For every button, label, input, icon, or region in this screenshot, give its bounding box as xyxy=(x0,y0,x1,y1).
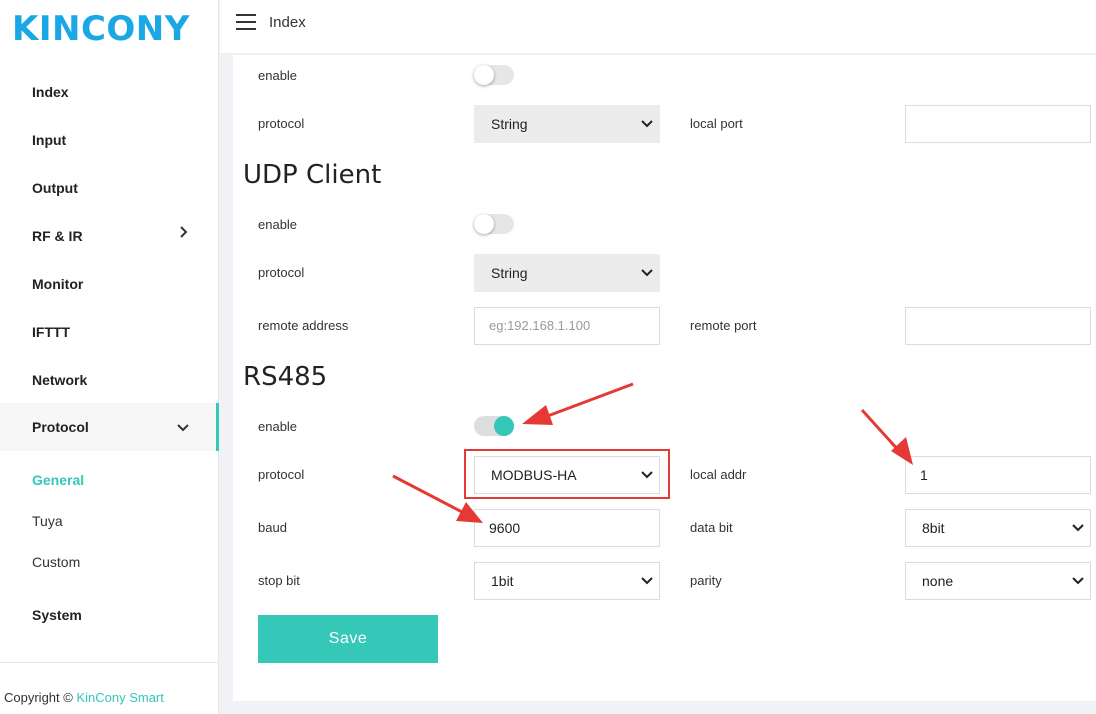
sidebar-subitem-custom[interactable]: Custom xyxy=(0,543,219,581)
sidebar: KINCONY Index Input Output RF & IR Monit… xyxy=(0,0,219,714)
udp-client-protocol-label: protocol xyxy=(258,265,305,280)
content-card xyxy=(233,55,1096,701)
sidebar-item-protocol[interactable]: Protocol xyxy=(0,403,219,451)
sidebar-subitem-tuya[interactable]: Tuya xyxy=(0,502,219,540)
save-button[interactable]: Save xyxy=(258,615,438,663)
sidebar-subitem-label: Tuya xyxy=(32,513,63,529)
sidebar-item-index[interactable]: Index xyxy=(0,68,219,116)
sidebar-item-label: System xyxy=(32,607,82,623)
rs485-parity-select[interactable]: none xyxy=(905,562,1091,600)
rs485-data-bit-label: data bit xyxy=(690,520,733,535)
udp-client-enable-label: enable xyxy=(258,217,298,232)
sidebar-subitem-label: Custom xyxy=(32,554,81,570)
highlight-box xyxy=(464,449,670,499)
udp-client-title: UDP Client xyxy=(243,160,382,190)
chevron-down-icon xyxy=(641,269,653,277)
rs485-enable-label: enable xyxy=(258,419,298,434)
menu-toggle-icon[interactable] xyxy=(236,14,258,32)
copyright: Copyright © KinCony Smart xyxy=(4,690,164,705)
rs485-protocol-label: protocol xyxy=(258,467,305,482)
rs485-stop-bit-label: stop bit xyxy=(258,573,300,588)
rs485-title: RS485 xyxy=(243,362,328,392)
sidebar-item-label: Index xyxy=(32,84,69,100)
select-value: 8bit xyxy=(922,520,945,536)
select-value: 1bit xyxy=(491,573,514,589)
udp-client-remote-address-input[interactable]: eg:192.168.1.100 xyxy=(474,307,660,345)
udp-server-protocol-select[interactable]: String xyxy=(474,105,660,143)
sidebar-item-rf-ir[interactable]: RF & IR xyxy=(0,212,219,260)
sidebar-item-label: Protocol xyxy=(32,419,89,435)
chevron-down-icon xyxy=(641,120,653,128)
rs485-stop-bit-select[interactable]: 1bit xyxy=(474,562,660,600)
copyright-brand-link[interactable]: KinCony Smart xyxy=(76,690,163,705)
rs485-local-addr-label: local addr xyxy=(690,467,747,482)
chevron-down-icon xyxy=(1072,524,1084,532)
rs485-parity-label: parity xyxy=(690,573,722,588)
sidebar-subitem-general[interactable]: General xyxy=(0,461,219,499)
sidebar-item-output[interactable]: Output xyxy=(0,164,219,212)
header-title: Index xyxy=(269,14,306,31)
udp-client-protocol-select[interactable]: String xyxy=(474,254,660,292)
select-value: String xyxy=(491,116,528,132)
sidebar-subitem-label: General xyxy=(32,472,85,488)
sidebar-item-system[interactable]: System xyxy=(0,591,219,639)
chevron-down-icon xyxy=(1072,577,1084,585)
copyright-text: Copyright © xyxy=(4,690,73,705)
select-value: none xyxy=(922,573,954,589)
udp-server-local-port-label: local port xyxy=(690,116,743,131)
sidebar-item-network[interactable]: Network xyxy=(0,356,219,404)
udp-server-protocol-label: protocol xyxy=(258,116,305,131)
sidebar-item-ifttt[interactable]: IFTTT xyxy=(0,308,219,356)
udp-server-enable-toggle[interactable] xyxy=(474,65,514,85)
rs485-enable-toggle[interactable] xyxy=(474,416,514,436)
sidebar-item-label: Output xyxy=(32,180,78,196)
sidebar-item-input[interactable]: Input xyxy=(0,116,219,164)
udp-client-remote-port-label: remote port xyxy=(690,318,757,333)
udp-client-remote-port-input[interactable] xyxy=(905,307,1091,345)
rs485-baud-label: baud xyxy=(258,520,287,535)
sidebar-divider xyxy=(0,662,219,663)
udp-client-enable-toggle[interactable] xyxy=(474,214,514,234)
chevron-down-icon xyxy=(641,577,653,585)
chevron-down-icon xyxy=(177,424,189,432)
sidebar-item-label: RF & IR xyxy=(32,228,83,244)
chevron-right-icon xyxy=(180,226,188,238)
sidebar-item-monitor[interactable]: Monitor xyxy=(0,260,219,308)
top-header: Index xyxy=(220,0,1096,54)
udp-client-remote-address-label: remote address xyxy=(258,318,349,333)
rs485-baud-input[interactable]: 9600 xyxy=(474,509,660,547)
sidebar-item-label: IFTTT xyxy=(32,324,71,340)
select-value: String xyxy=(491,265,528,281)
sidebar-item-label: Network xyxy=(32,372,88,388)
sidebar-item-label: Input xyxy=(32,132,67,148)
udp-server-enable-label: enable xyxy=(258,68,298,83)
udp-server-local-port-input[interactable] xyxy=(905,105,1091,143)
rs485-data-bit-select[interactable]: 8bit xyxy=(905,509,1091,547)
logo: KINCONY xyxy=(12,9,190,49)
sidebar-item-label: Monitor xyxy=(32,276,84,292)
rs485-local-addr-input[interactable]: 1 xyxy=(905,456,1091,494)
